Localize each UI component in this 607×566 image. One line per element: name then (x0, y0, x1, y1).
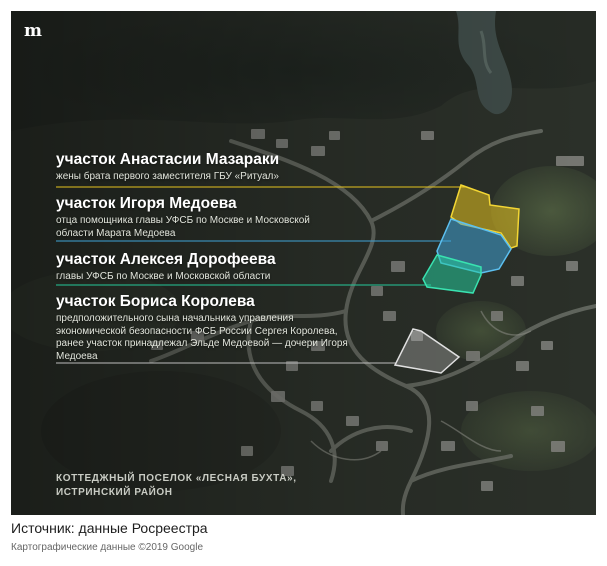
plot-1-title: участок Анастасии Мазараки (56, 151, 280, 168)
source-caption: Источник: данные Росреестра (11, 520, 208, 536)
meduza-logo-icon: m (24, 21, 42, 41)
plot-2-title: участок Игоря Медоева (56, 195, 237, 212)
plot-1-description: жены брата первого заместителя ГБУ «Риту… (56, 171, 279, 182)
map-figure: m участок Анастасии Мазараки жены брата … (11, 11, 596, 515)
plot-3-title: участок Алексея Дорофеева (56, 251, 276, 268)
map-credit: Картографические данные ©2019 Google (11, 542, 204, 553)
settlement-label: КОТТЕДЖНЫЙ ПОСЕЛОК «ЛЕСНАЯ БУХТА», ИСТРИ… (56, 473, 297, 498)
plot-2-description: отца помощника главы УФСБ по Москве и Мо… (56, 215, 310, 239)
plot-4-description: предположительного сына начальника управ… (56, 313, 348, 362)
plot-3-description: главы УФСБ по Москве и Московской област… (56, 271, 271, 282)
plot-4-title: участок Бориса Королева (56, 293, 255, 310)
